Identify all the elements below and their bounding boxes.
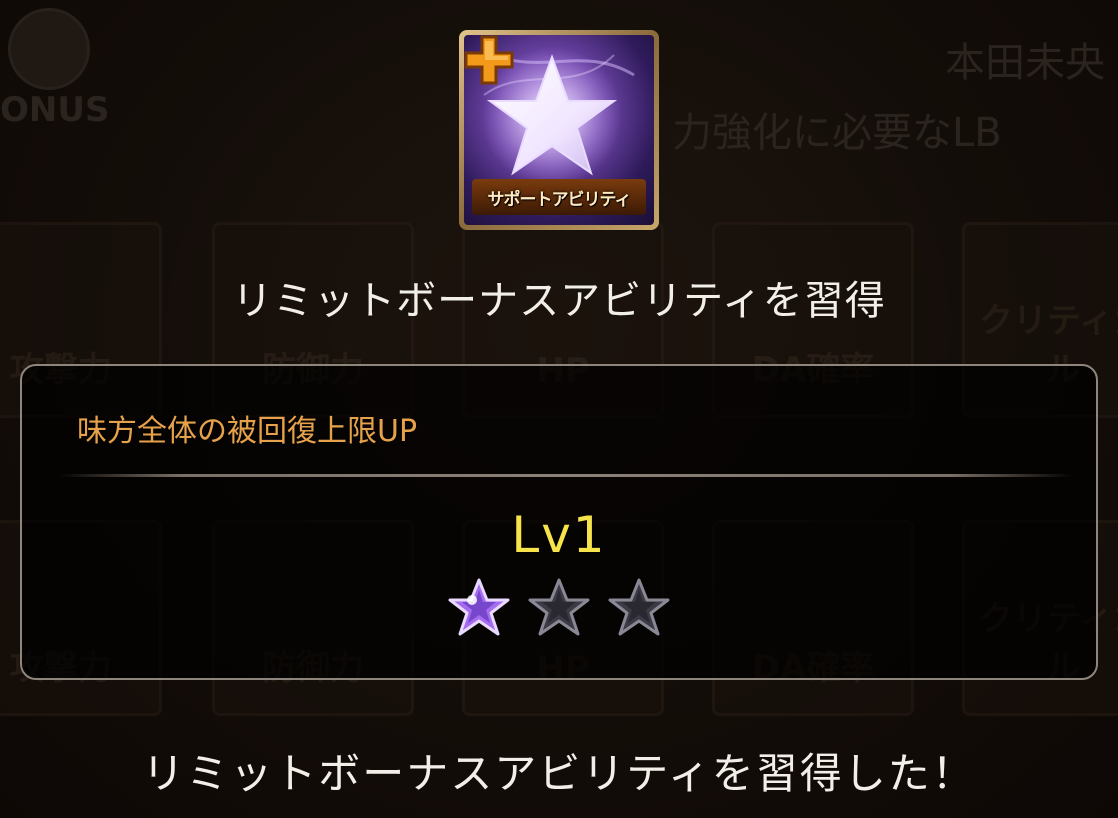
divider (60, 474, 1072, 477)
icon-caption-banner: サポートアビリティ (472, 179, 646, 215)
ability-detail-panel: 味方全体の被回復上限UP Lv1 (20, 364, 1098, 680)
ability-level: Lv1 (511, 506, 607, 564)
icon-caption-text: サポートアビリティ (487, 189, 632, 210)
ability-icon-art: サポートアビリティ (464, 35, 654, 225)
acquire-title: リミットボーナスアビリティを習得 (232, 278, 886, 324)
result-message: リミットボーナスアビリティを習得した！ (142, 749, 976, 798)
ability-name: 味方全体の被回復上限UP (77, 414, 418, 449)
star-filled-icon (448, 578, 510, 636)
star-empty-icon (528, 578, 590, 636)
support-ability-icon: サポートアビリティ (459, 30, 659, 230)
level-stars (22, 576, 1096, 642)
star-empty-icon (608, 578, 670, 636)
plus-icon (464, 35, 514, 85)
